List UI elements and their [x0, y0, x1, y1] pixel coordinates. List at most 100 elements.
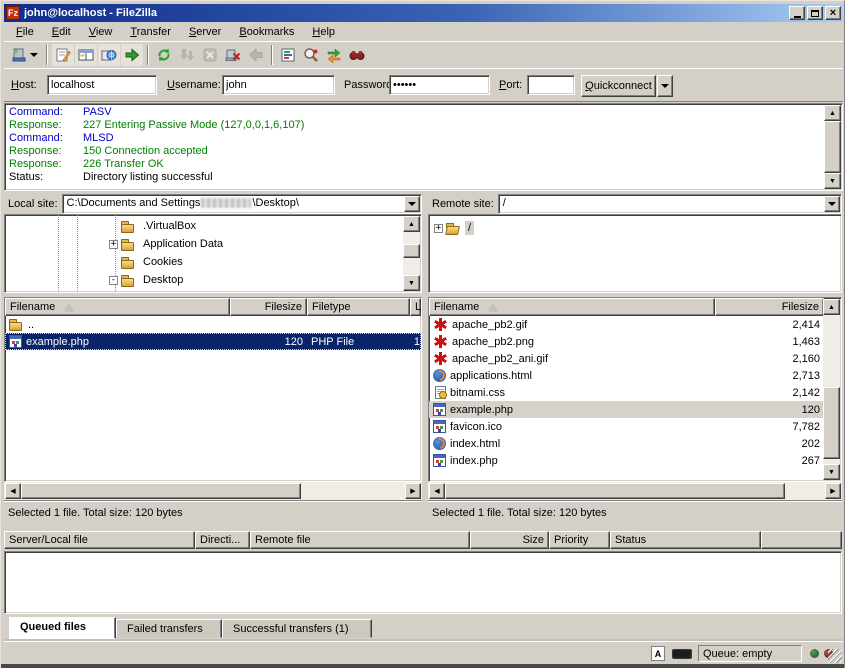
file-row[interactable]: apache_pb2.png1,463 — [429, 333, 824, 350]
local-hscrollbar[interactable]: ◀ ▶ — [4, 482, 422, 500]
scroll-right-icon[interactable]: ▶ — [405, 483, 421, 499]
file-row-example-php[interactable]: example.php120 — [429, 401, 824, 418]
remote-list-scrollbar[interactable]: ▲ ▼ — [823, 299, 840, 480]
scroll-up-icon[interactable]: ▲ — [823, 299, 840, 315]
scroll-left-icon[interactable]: ◀ — [429, 483, 445, 499]
expand-plus-icon[interactable] — [434, 224, 443, 233]
toggle-remote-tree-button[interactable] — [98, 44, 120, 66]
minimize-button[interactable] — [789, 6, 805, 20]
column-header-status[interactable]: Status — [610, 531, 761, 549]
toolbar — [4, 41, 843, 68]
log-scrollbar[interactable]: ▲ ▼ — [824, 105, 841, 189]
tab-failed-transfers[interactable]: Failed transfers — [116, 619, 222, 638]
local-site-combo[interactable]: C:\Documents and Settings\Desktop\ — [62, 194, 422, 214]
menu-edit[interactable]: Edit — [43, 24, 80, 40]
scroll-thumb[interactable] — [445, 483, 785, 499]
file-row[interactable]: index.html202 — [429, 435, 824, 452]
reconnect-button[interactable] — [245, 44, 267, 66]
scroll-thumb[interactable] — [824, 121, 841, 173]
expand-plus-icon[interactable] — [109, 240, 118, 249]
local-site-dropdown-button[interactable] — [404, 196, 420, 212]
close-button[interactable]: × — [825, 6, 841, 20]
scroll-down-icon[interactable]: ▼ — [403, 275, 420, 291]
port-input[interactable] — [527, 75, 575, 95]
log-text: 150 Connection accepted — [83, 145, 208, 158]
local-tree: .VirtualBox Application Data Cookies Des… — [4, 214, 422, 293]
menu-transfer[interactable]: Transfer — [121, 24, 180, 40]
scroll-thumb[interactable] — [823, 387, 840, 459]
site-manager-button[interactable] — [8, 44, 42, 66]
directory-comparison-button[interactable] — [300, 44, 322, 66]
menu-file[interactable]: File — [7, 24, 43, 40]
maximize-button[interactable] — [807, 6, 823, 20]
scroll-down-icon[interactable]: ▼ — [824, 173, 841, 189]
column-header-remote-file[interactable]: Remote file — [250, 531, 470, 549]
tree-item-application-data[interactable]: Application Data — [5, 235, 421, 253]
tab-queued-files[interactable]: Queued files — [9, 617, 116, 639]
quickconnect-button[interactable]: Quickconnect — [581, 75, 656, 97]
column-header-filesize[interactable]: Filesize — [230, 298, 307, 316]
scroll-up-icon[interactable]: ▲ — [403, 216, 420, 232]
column-header-direction[interactable]: Directi... — [195, 531, 250, 549]
tab-successful-transfers[interactable]: Successful transfers (1) — [222, 619, 372, 638]
tree-item-cookies[interactable]: Cookies — [5, 253, 421, 271]
process-queue-button[interactable] — [176, 44, 198, 66]
close-icon: × — [830, 8, 836, 18]
column-header-last-modified[interactable]: L — [410, 298, 421, 316]
username-input[interactable] — [222, 75, 335, 95]
activity-led-green-icon — [810, 649, 819, 658]
column-header-server-local-file[interactable]: Server/Local file — [4, 531, 195, 549]
queue-body[interactable] — [4, 551, 842, 614]
scroll-up-icon[interactable]: ▲ — [824, 105, 841, 121]
column-header-size[interactable]: Size — [470, 531, 549, 549]
message-log-icon — [55, 47, 71, 63]
scroll-thumb[interactable] — [403, 244, 420, 258]
collapse-minus-icon[interactable] — [109, 276, 118, 285]
column-header-filename[interactable]: Filename — [5, 298, 230, 316]
column-header-priority[interactable]: Priority — [549, 531, 610, 549]
directory-listing-filters-button[interactable] — [277, 44, 299, 66]
file-row[interactable]: bitnami.css2,142 — [429, 384, 824, 401]
file-row[interactable]: favicon.ico7,782 — [429, 418, 824, 435]
disconnect-button[interactable] — [222, 44, 244, 66]
local-tree-scrollbar[interactable]: ▲ ▼ — [403, 216, 420, 291]
scroll-right-icon[interactable]: ▶ — [825, 483, 841, 499]
remote-hscrollbar[interactable]: ◀ ▶ — [428, 482, 842, 500]
file-row-example-php[interactable]: example.php 120 PHP File 1 — [5, 333, 421, 350]
column-header-filetype[interactable]: Filetype — [307, 298, 410, 316]
password-input[interactable] — [389, 75, 490, 95]
menu-view[interactable]: View — [80, 24, 122, 40]
scroll-left-icon[interactable]: ◀ — [5, 483, 21, 499]
column-header-filesize[interactable]: Filesize — [715, 298, 824, 316]
remote-site-dropdown-button[interactable] — [824, 196, 840, 212]
tree-item-desktop[interactable]: Desktop — [5, 271, 421, 289]
scroll-down-icon[interactable]: ▼ — [823, 464, 840, 480]
column-header-filename[interactable]: Filename — [429, 298, 715, 316]
file-row[interactable]: apache_pb2_ani.gif2,160 — [429, 350, 824, 367]
refresh-button[interactable] — [153, 44, 175, 66]
tree-item-virtualbox[interactable]: .VirtualBox — [5, 217, 421, 235]
tree-item-root[interactable]: / — [429, 219, 841, 237]
column-label: Size — [523, 534, 544, 546]
find-files-button[interactable] — [346, 44, 368, 66]
menu-bookmarks[interactable]: Bookmarks — [230, 24, 303, 40]
remote-site-combo[interactable]: / — [498, 194, 842, 214]
scroll-thumb[interactable] — [21, 483, 301, 499]
menu-server[interactable]: Server — [180, 24, 230, 40]
menu-help[interactable]: Help — [303, 24, 344, 40]
toggle-local-tree-button[interactable] — [75, 44, 97, 66]
quickconnect-dropdown-button[interactable] — [657, 75, 673, 97]
file-row[interactable]: applications.html2,713 — [429, 367, 824, 384]
resize-grip[interactable] — [828, 649, 842, 663]
toggle-transfer-queue-button[interactable] — [121, 44, 143, 66]
file-name: index.html — [450, 438, 500, 450]
file-row-parent-dir[interactable]: .. — [5, 316, 421, 333]
toggle-message-log-button[interactable] — [52, 44, 74, 66]
cancel-button[interactable] — [199, 44, 221, 66]
file-row[interactable]: apache_pb2.gif2,414 — [429, 316, 824, 333]
password-label: Password: — [344, 79, 395, 91]
toolbar-separator — [147, 45, 149, 65]
synchronized-browsing-button[interactable] — [323, 44, 345, 66]
host-input[interactable] — [47, 75, 157, 95]
file-row[interactable]: index.php267 — [429, 452, 824, 469]
